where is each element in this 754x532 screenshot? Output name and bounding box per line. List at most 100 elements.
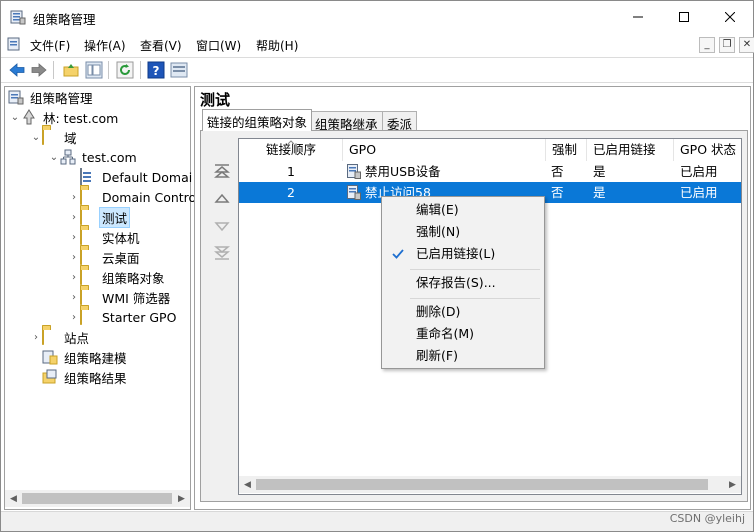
cell-link-order: 1 [287, 164, 295, 179]
collapse-arrow-icon[interactable]: ⌄ [9, 107, 21, 127]
scroll-right-icon[interactable]: ▶ [173, 490, 190, 507]
scroll-left-icon[interactable]: ◀ [239, 476, 256, 493]
menu-item-enforced[interactable]: 强制(N) [382, 221, 544, 243]
menu-view[interactable]: 查看(V) [140, 37, 182, 54]
tree-node-gpo-objects[interactable]: › 组策略对象 [68, 267, 167, 287]
menu-item-edit[interactable]: 编辑(E) [382, 199, 544, 221]
maximize-button[interactable] [661, 1, 707, 33]
column-header-gpo[interactable]: GPO [343, 139, 546, 161]
table-row[interactable]: 1 禁用USB设备 否 是 已启用 [239, 161, 741, 182]
move-bottom-icon [214, 246, 230, 260]
back-icon[interactable] [8, 61, 26, 79]
tree-label: Domain Contro [102, 189, 197, 205]
domain-icon [60, 149, 76, 165]
menu-help[interactable]: 帮助(H) [256, 37, 298, 54]
menu-item-refresh[interactable]: 刷新(F) [382, 345, 544, 367]
refresh-icon[interactable] [116, 61, 134, 79]
expand-arrow-icon[interactable]: › [68, 227, 80, 247]
forest-icon [21, 109, 37, 125]
expand-arrow-icon[interactable]: › [68, 247, 80, 267]
move-up-button[interactable] [213, 191, 231, 207]
column-header-link-enabled[interactable]: 已启用链接 [587, 139, 674, 161]
minimize-button[interactable] [615, 1, 661, 33]
move-down-button[interactable] [213, 218, 231, 234]
tree-node-wmi-filters[interactable]: › WMI 筛选器 [68, 287, 172, 307]
cell-link-enabled: 是 [593, 185, 606, 200]
expand-arrow-icon[interactable]: › [68, 287, 80, 307]
column-header-gpo-status[interactable]: GPO 状态 [674, 139, 741, 161]
tree-label: 实体机 [102, 230, 140, 246]
forward-icon[interactable] [30, 61, 48, 79]
show-hide-tree-icon[interactable] [85, 61, 103, 79]
scrollbar-thumb[interactable] [22, 493, 172, 504]
tree-node-starter-gpo[interactable]: › Starter GPO [68, 307, 178, 327]
toolbar [1, 57, 753, 83]
tree-node-domain[interactable]: ⌄ test.com [48, 147, 139, 167]
tab-linked-gpos[interactable]: 链接的组策略对象 [202, 109, 313, 131]
expand-arrow-icon[interactable]: › [68, 267, 80, 287]
column-header-link-order[interactable]: 链接顺序 [260, 139, 343, 161]
tab-gp-inheritance[interactable]: 组策略继承 [310, 111, 383, 132]
tree-horizontal-scrollbar[interactable]: ◀ ▶ [5, 490, 190, 507]
menu-action[interactable]: 操作(A) [84, 37, 126, 54]
expand-arrow-icon[interactable]: › [68, 307, 80, 327]
folder-icon [80, 308, 96, 325]
tree-label: Default Domai [102, 169, 193, 185]
column-header-enforced[interactable]: 强制 [546, 139, 587, 161]
tree-label: 站点 [64, 330, 90, 346]
menu-item-delete[interactable]: 删除(D) [382, 301, 544, 323]
cell-gpo-status: 已启用 [680, 164, 718, 179]
scroll-right-icon[interactable]: ▶ [724, 476, 741, 493]
tree-label: 林: test.com [43, 110, 119, 126]
scroll-left-icon[interactable]: ◀ [5, 490, 22, 507]
tree-node-physical-machines[interactable]: › 实体机 [68, 227, 142, 247]
gpmc-window: 组策略管理 文件(F) 操作(A) 查看(V) 窗口(W) 帮助(H) _ ❐ … [0, 0, 754, 532]
tree-node-default-domain-policy[interactable]: Default Domai [68, 167, 194, 187]
menu-item-rename[interactable]: 重命名(M) [382, 323, 544, 345]
tree-label: 组策略结果 [64, 370, 127, 386]
expand-arrow-icon[interactable]: › [68, 207, 80, 227]
title-bar: 组策略管理 [1, 1, 753, 33]
up-folder-icon[interactable] [62, 61, 80, 79]
collapse-arrow-icon[interactable]: ⌄ [48, 147, 60, 167]
expand-arrow-icon[interactable]: › [30, 327, 42, 347]
grid-horizontal-scrollbar[interactable]: ◀ ▶ [239, 476, 741, 493]
tree-label: 组策略管理 [30, 90, 93, 106]
console-icon[interactable] [170, 61, 188, 79]
folder-icon [80, 288, 96, 305]
gp-results-icon [42, 369, 58, 385]
tree-node-forest[interactable]: ⌄ 林: test.com [9, 107, 120, 127]
tree-node-domains[interactable]: ⌄ 域 [30, 127, 79, 147]
tree-node-test-ou[interactable]: › 测试 [68, 206, 131, 228]
help-icon[interactable]: ? [147, 61, 165, 79]
tree-node-gp-modeling[interactable]: 组策略建模 [42, 347, 129, 367]
tree-label: Starter GPO [102, 309, 177, 325]
mdi-minimize-button[interactable]: _ [699, 37, 715, 53]
tree-node-gp-results[interactable]: 组策略结果 [42, 367, 129, 387]
menu-item-save-report[interactable]: 保存报告(S)... [382, 272, 544, 294]
ou-folder-icon [80, 208, 96, 225]
menu-window[interactable]: 窗口(W) [196, 37, 241, 54]
scrollbar-thumb[interactable] [256, 479, 708, 490]
mdi-restore-button[interactable]: ❐ [719, 37, 735, 53]
minimize-icon [633, 16, 643, 18]
tree-node-sites[interactable]: › 站点 [30, 327, 91, 347]
tab-delegation[interactable]: 委派 [382, 111, 418, 132]
tree-node-gpmc-root[interactable]: 组策略管理 [8, 87, 95, 107]
cell-gpo-name: 禁用USB设备 [365, 164, 441, 179]
move-to-bottom-button[interactable] [213, 245, 231, 261]
move-down-icon [214, 222, 230, 231]
ou-folder-icon [80, 228, 96, 245]
tree-node-domain-controllers[interactable]: › Domain Contro [68, 187, 198, 207]
system-menu-icon[interactable] [7, 36, 23, 52]
move-to-top-button[interactable] [213, 163, 231, 179]
maximize-icon [679, 12, 689, 22]
tree-node-cloud-desktop[interactable]: › 云桌面 [68, 247, 142, 267]
expand-arrow-icon[interactable]: › [68, 187, 80, 207]
collapse-arrow-icon[interactable]: ⌄ [30, 127, 42, 147]
move-top-icon [214, 164, 230, 178]
menu-item-link-enabled[interactable]: 已启用链接(L) [382, 243, 544, 265]
menu-file[interactable]: 文件(F) [30, 37, 70, 54]
close-button[interactable] [707, 1, 753, 33]
mdi-close-button[interactable]: ✕ [739, 37, 754, 53]
